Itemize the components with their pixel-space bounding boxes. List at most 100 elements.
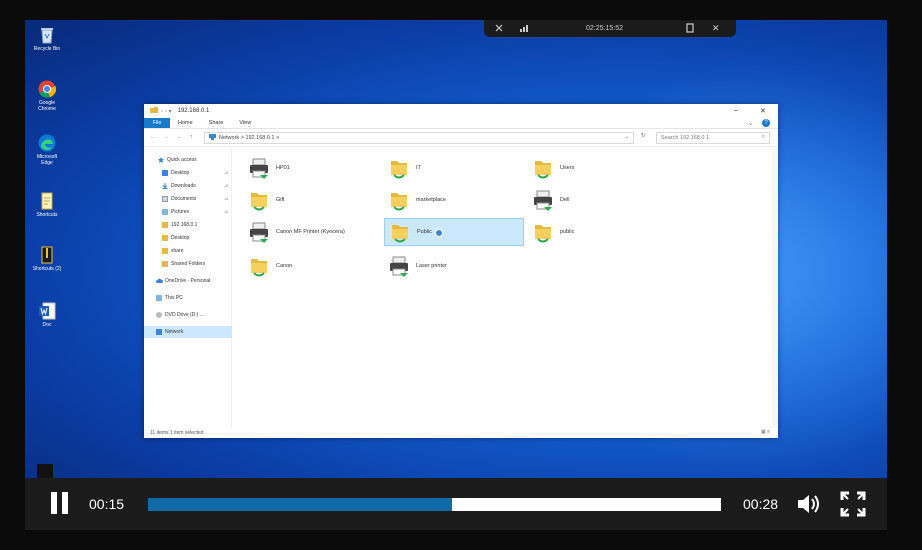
nav-pictures[interactable]: Pictures ⊿	[144, 206, 232, 218]
session-time: 02:25:15:52	[586, 25, 623, 32]
file-item[interactable]: IT	[384, 154, 524, 182]
tab-file[interactable]: File	[144, 118, 170, 128]
desktop-icon-shortcut[interactable]: Shortcuts	[31, 192, 63, 218]
speaker-icon	[798, 495, 819, 513]
shared-folder-icon	[248, 255, 270, 277]
file-item[interactable]: Dell	[528, 186, 668, 214]
view-toggle-icons[interactable]: ▦ ≡	[761, 429, 770, 435]
address-input[interactable]: Network > 192.168.0.1 > ⌄	[204, 132, 634, 144]
edge-icon	[38, 134, 56, 152]
explorer-titlebar: ▫ ▫ ▾ 192.168.0.1 – ✕	[144, 104, 778, 118]
ribbon-tabs: File Home Share View ⌄ ?	[144, 118, 778, 129]
file-item-label: Users	[560, 165, 575, 171]
file-item[interactable]: Canon MF Printer (Kyocera)	[244, 218, 384, 246]
recent-locations-icon[interactable]: ⌄	[177, 134, 182, 140]
pin-icon: ⊿	[224, 170, 229, 176]
nav-this-pc[interactable]: This PC	[144, 292, 232, 304]
fullscreen-button[interactable]	[840, 491, 866, 517]
pictures-icon	[162, 209, 168, 215]
desktop-icon-edge[interactable]: Microsoft Edge	[31, 134, 63, 166]
shared-folder-icon	[532, 157, 554, 179]
shared-folder-icon	[532, 221, 554, 243]
refresh-icon[interactable]: ↻	[641, 133, 646, 139]
restore-icon[interactable]	[686, 23, 694, 35]
session-close-button[interactable]: ✕	[712, 23, 720, 34]
disc-icon	[156, 312, 162, 318]
pin-icon[interactable]	[494, 23, 504, 35]
file-item[interactable]: Gift	[244, 186, 384, 214]
nav-desktop[interactable]: Desktop ⊿	[144, 167, 232, 179]
progress-fill	[148, 498, 452, 511]
file-item-label: marketplace	[416, 197, 446, 203]
file-item[interactable]: public	[528, 218, 668, 246]
desktop-icon-shortcut-2[interactable]: Shortcuts (2)	[31, 246, 63, 272]
nav-desktop-2[interactable]: Desktop	[144, 232, 232, 244]
nav-onedrive[interactable]: OneDrive - Personal	[144, 275, 232, 287]
search-placeholder: Search 192.168.0.1	[661, 135, 710, 141]
file-item[interactable]: Canon	[244, 252, 384, 280]
nav-shared-folders[interactable]: Shared Folders	[144, 258, 232, 270]
nav-dvd-drive[interactable]: DVD Drive (D:) ...	[144, 309, 232, 321]
word-icon	[38, 302, 56, 320]
file-item-label: HP01	[276, 165, 290, 171]
file-item-label: Canon	[276, 263, 293, 269]
nav-network-share[interactable]: 192.168.0.1	[144, 219, 232, 231]
up-icon[interactable]: ↑	[190, 134, 193, 140]
status-text: 11 items 1 item selected	[150, 430, 204, 436]
search-input[interactable]: Search 192.168.0.1 ⌕	[656, 132, 770, 144]
help-icon[interactable]: ?	[762, 119, 770, 127]
desktop-icon-recycle-bin[interactable]: Recycle Bin	[31, 26, 63, 52]
elapsed-time: 00:15	[89, 496, 125, 512]
file-item[interactable]: Users	[528, 154, 668, 182]
folder-icon	[162, 248, 168, 254]
back-icon[interactable]: ←	[150, 134, 156, 140]
desktop-icon-word-doc[interactable]: Doc	[31, 302, 63, 328]
shared-folder-icon	[388, 157, 410, 179]
tab-share[interactable]: Share	[201, 118, 232, 128]
tab-home[interactable]: Home	[170, 118, 201, 128]
recycle-bin-icon	[38, 26, 56, 44]
tab-view[interactable]: View	[231, 118, 259, 128]
file-item[interactable]: Public	[384, 218, 524, 246]
nav-share[interactable]: share	[144, 245, 232, 257]
printer-icon	[248, 221, 270, 243]
shared-folder-icon	[388, 189, 410, 211]
taskbar-app-icon[interactable]	[37, 464, 53, 478]
explorer-body: Quick access Desktop ⊿ Downloads ⊿ Docum…	[144, 148, 778, 428]
printer-icon	[532, 189, 554, 211]
chrome-icon	[38, 80, 57, 98]
document-icon	[38, 192, 56, 210]
fullscreen-icon	[840, 491, 866, 517]
minimize-button[interactable]: –	[734, 107, 738, 114]
folder-icon	[162, 222, 168, 228]
file-item[interactable]: marketplace	[384, 186, 524, 214]
file-item[interactable]: HP01	[244, 154, 384, 182]
quick-access-toolbar[interactable]: ▫ ▫ ▾	[161, 108, 172, 115]
address-dropdown-icon[interactable]: ⌄	[624, 134, 629, 140]
desktop-icon-chrome[interactable]: Google Chrome	[31, 80, 63, 112]
nav-quick-access[interactable]: Quick access	[144, 154, 232, 166]
close-button[interactable]: ✕	[760, 107, 766, 115]
file-item-label: Public	[417, 229, 432, 235]
nav-downloads[interactable]: Downloads ⊿	[144, 180, 232, 192]
file-list: HP01 IT Users Gift marketplace Dell Canon MF P…	[232, 148, 778, 428]
volume-button[interactable]	[795, 491, 821, 517]
shared-folder-icon	[248, 189, 270, 211]
shared-folder-icon	[389, 221, 411, 243]
address-path: Network > 192.168.0.1 >	[219, 135, 280, 141]
vertical-scrollbar[interactable]	[772, 148, 778, 428]
pause-button[interactable]	[49, 492, 71, 514]
file-item-label: Canon MF Printer (Kyocera)	[276, 229, 345, 235]
nav-network[interactable]: Network	[144, 326, 232, 338]
file-item-label: Dell	[560, 197, 570, 203]
folder-icon	[162, 235, 168, 241]
cloud-icon	[156, 278, 164, 284]
folder-icon	[150, 107, 158, 115]
pin-icon: ⊿	[224, 183, 229, 189]
forward-icon[interactable]: →	[164, 134, 170, 140]
file-item[interactable]: Laser printer	[384, 252, 524, 280]
address-bar-row: ← → ⌄ ↑ Network > 192.168.0.1 > ⌄ ↻ Sear…	[144, 129, 778, 147]
progress-bar[interactable]	[148, 498, 721, 511]
nav-documents[interactable]: Documents ⊿	[144, 193, 232, 205]
expand-ribbon-icon[interactable]: ⌄	[748, 120, 753, 127]
